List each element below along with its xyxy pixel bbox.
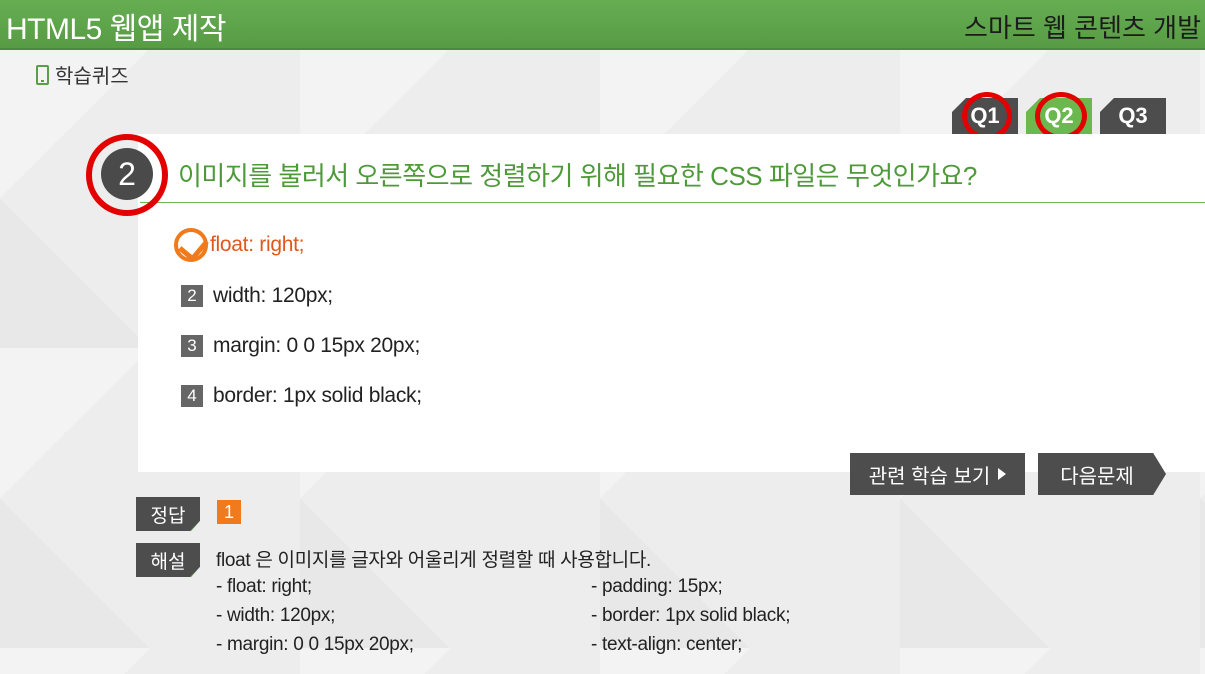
option-3-number: 3 — [181, 335, 203, 357]
explanation-left-2: - width: 120px; — [216, 605, 336, 626]
tab-q1-label: Q1 — [970, 103, 1000, 128]
question-number-badge: 2 — [101, 148, 153, 200]
explanation-intro: float 은 이미지를 글자와 어울리게 정렬할 때 사용합니다. — [216, 550, 652, 571]
next-question-button-label: 다음문제 — [1060, 465, 1134, 488]
tab-q2-label: Q2 — [1044, 103, 1074, 128]
header-bar: HTML5 웹앱 제작 스마트 웹 콘텐츠 개발 — [0, 0, 1205, 50]
section-label: 학습퀴즈 — [36, 60, 129, 89]
related-study-button-label: 관련 학습 보기 — [868, 465, 991, 488]
explanation-left-3: - margin: 0 0 15px 20px; — [216, 634, 414, 655]
option-2-text: width: 120px; — [213, 284, 333, 307]
play-arrow-icon — [998, 468, 1007, 480]
course-title: 스마트 웹 콘텐츠 개발 — [964, 13, 1201, 43]
next-question-button[interactable]: 다음문제 — [1038, 453, 1166, 495]
option-3[interactable]: 3 margin: 0 0 15px 20px; — [181, 334, 420, 358]
answer-tag-label: 정답 — [150, 504, 186, 527]
check-icon — [174, 228, 208, 262]
related-study-button[interactable]: 관련 학습 보기 — [850, 453, 1025, 495]
tab-q2[interactable]: Q2 — [1026, 98, 1092, 134]
option-1-text: float: right; — [210, 233, 305, 256]
option-4-text: border: 1px solid black; — [213, 384, 422, 407]
explanation-tag: 해설 — [136, 543, 200, 577]
explanation-tag-label: 해설 — [150, 550, 186, 573]
answer-number: 1 — [217, 500, 241, 524]
explanation-right-3: - text-align: center; — [591, 634, 743, 655]
section-label-text: 학습퀴즈 — [55, 64, 129, 88]
option-2[interactable]: 2 width: 120px; — [181, 284, 333, 308]
option-4[interactable]: 4 border: 1px solid black; — [181, 384, 422, 408]
question-divider — [140, 202, 1205, 203]
tab-q3[interactable]: Q3 — [1100, 98, 1166, 134]
explanation-left-1: - float: right; — [216, 576, 312, 597]
app-title: HTML5 웹앱 제작 — [6, 13, 226, 46]
tab-q3-label: Q3 — [1118, 103, 1148, 128]
option-4-number: 4 — [181, 385, 203, 407]
option-3-text: margin: 0 0 15px 20px; — [213, 334, 421, 357]
option-2-number: 2 — [181, 285, 203, 307]
tab-q1[interactable]: Q1 — [952, 98, 1018, 134]
explanation-right-1: - padding: 15px; — [591, 576, 723, 597]
option-1[interactable]: float: right; — [174, 228, 305, 262]
answer-tag: 정답 — [136, 497, 200, 531]
explanation-right-2: - border: 1px solid black; — [591, 605, 791, 626]
question-text: 이미지를 불러서 오른쪽으로 정렬하기 위해 필요한 CSS 파일은 무엇인가요… — [178, 161, 977, 191]
phone-icon — [36, 64, 49, 85]
